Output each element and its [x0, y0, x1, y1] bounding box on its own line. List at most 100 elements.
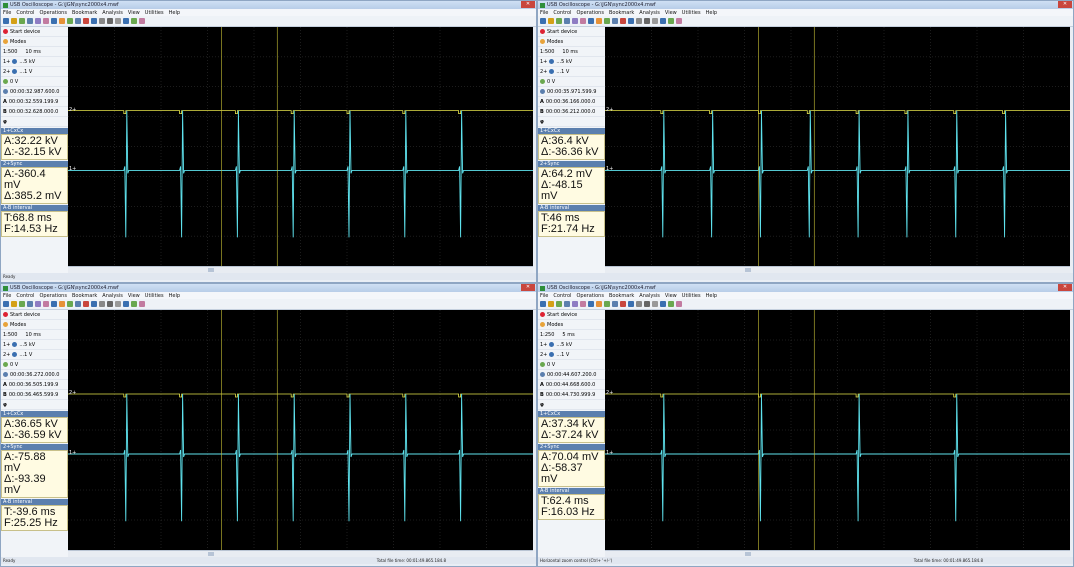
toolbar-icon[interactable]: [131, 301, 137, 307]
start-device-button[interactable]: Start device: [538, 27, 605, 37]
close-button[interactable]: ✕: [1058, 284, 1072, 291]
toolbar-icon[interactable]: [43, 18, 49, 24]
trigger-level[interactable]: 0 V: [10, 362, 18, 368]
toolbar-icon[interactable]: [3, 18, 9, 24]
timebase-value[interactable]: 1:500: [3, 49, 17, 55]
toolbar-icon[interactable]: [548, 18, 554, 24]
toolbar-icon[interactable]: [668, 301, 674, 307]
toolbar-icon[interactable]: [556, 18, 562, 24]
toolbar-icon[interactable]: [580, 18, 586, 24]
timebase-value[interactable]: 1:500: [3, 332, 17, 338]
menu-item[interactable]: Bookmark: [72, 10, 97, 16]
toolbar-icon[interactable]: [588, 301, 594, 307]
toolbar-icon[interactable]: [660, 18, 666, 24]
channel1-marker[interactable]: 1+: [69, 166, 76, 172]
toolbar-icon[interactable]: [19, 18, 25, 24]
modes-button[interactable]: Modes: [1, 37, 68, 47]
trigger-level[interactable]: 0 V: [547, 362, 555, 368]
toolbar-icon[interactable]: [107, 301, 113, 307]
menu-item[interactable]: File: [3, 10, 11, 16]
toolbar-icon[interactable]: [3, 301, 9, 307]
menu-item[interactable]: File: [540, 293, 548, 299]
menu-item[interactable]: Control: [553, 10, 571, 16]
toolbar-icon[interactable]: [11, 301, 17, 307]
start-device-button[interactable]: Start device: [1, 27, 68, 37]
menu-item[interactable]: File: [540, 10, 548, 16]
channel1-volt[interactable]: ...5 kV: [556, 342, 572, 348]
menu-item[interactable]: View: [665, 10, 677, 16]
toolbar-icon[interactable]: [99, 18, 105, 24]
start-device-button[interactable]: Start device: [538, 310, 605, 320]
channel2-marker[interactable]: 2+: [69, 107, 76, 113]
toolbar-icon[interactable]: [83, 18, 89, 24]
toolbar-icon[interactable]: [636, 18, 642, 24]
toolbar-icon[interactable]: [588, 18, 594, 24]
toolbar-icon[interactable]: [99, 301, 105, 307]
channel2-volt[interactable]: ...1 V: [19, 69, 32, 75]
toolbar-icon[interactable]: [612, 18, 618, 24]
menu-item[interactable]: View: [128, 10, 140, 16]
menu-item[interactable]: Analysis: [102, 293, 123, 299]
toolbar-icon[interactable]: [51, 18, 57, 24]
toolbar-icon[interactable]: [139, 18, 145, 24]
scope-display[interactable]: 2+ 1+: [68, 310, 533, 550]
toolbar-icon[interactable]: [668, 18, 674, 24]
menu-item[interactable]: Help: [706, 293, 717, 299]
toolbar-icon[interactable]: [83, 301, 89, 307]
toolbar-icon[interactable]: [115, 301, 121, 307]
menu-item[interactable]: Operations: [39, 10, 67, 16]
channel1-row[interactable]: 1+ ...5 kV: [1, 57, 68, 67]
toolbar-icon[interactable]: [612, 301, 618, 307]
menu-item[interactable]: Bookmark: [609, 10, 634, 16]
channel1-volt[interactable]: ...5 kV: [556, 59, 572, 65]
trigger-level[interactable]: 0 V: [10, 79, 18, 85]
menu-item[interactable]: Help: [169, 10, 180, 16]
time-div-value[interactable]: 10 ms: [25, 49, 40, 55]
menu-item[interactable]: Utilities: [682, 293, 701, 299]
menu-item[interactable]: Bookmark: [72, 293, 97, 299]
menu-item[interactable]: Help: [706, 10, 717, 16]
toolbar-icon[interactable]: [636, 301, 642, 307]
modes-button[interactable]: Modes: [1, 320, 68, 330]
toolbar-icon[interactable]: [564, 18, 570, 24]
toolbar-icon[interactable]: [644, 301, 650, 307]
toolbar-icon[interactable]: [43, 301, 49, 307]
trigger-level[interactable]: 0 V: [547, 79, 555, 85]
time-div-value[interactable]: 10 ms: [562, 49, 577, 55]
toolbar-icon[interactable]: [75, 301, 81, 307]
menu-item[interactable]: Operations: [39, 293, 67, 299]
menu-item[interactable]: View: [128, 293, 140, 299]
toolbar-icon[interactable]: [91, 18, 97, 24]
menu-item[interactable]: Analysis: [639, 293, 660, 299]
menu-item[interactable]: Bookmark: [609, 293, 634, 299]
menu-item[interactable]: File: [3, 293, 11, 299]
toolbar-icon[interactable]: [660, 301, 666, 307]
channel2-volt[interactable]: ...1 V: [556, 352, 569, 358]
toolbar-icon[interactable]: [59, 301, 65, 307]
toolbar-icon[interactable]: [676, 18, 682, 24]
menu-item[interactable]: Control: [16, 293, 34, 299]
toolbar-icon[interactable]: [604, 301, 610, 307]
scope-display[interactable]: 2+ 1+: [68, 27, 533, 266]
toolbar-icon[interactable]: [652, 18, 658, 24]
toolbar-icon[interactable]: [75, 18, 81, 24]
toolbar-icon[interactable]: [548, 301, 554, 307]
channel1-marker[interactable]: 1+: [606, 166, 613, 172]
channel1-volt[interactable]: ...5 kV: [19, 342, 35, 348]
toolbar-icon[interactable]: [628, 301, 634, 307]
toolbar-icon[interactable]: [59, 18, 65, 24]
time-div-value[interactable]: 5 ms: [562, 332, 574, 338]
menu-item[interactable]: Utilities: [145, 10, 164, 16]
timebase-value[interactable]: 1:500: [540, 49, 554, 55]
channel1-row[interactable]: 1+ ...5 kV: [1, 340, 68, 350]
toolbar-icon[interactable]: [123, 18, 129, 24]
trigger-row[interactable]: 0 V: [1, 360, 68, 370]
toolbar-icon[interactable]: [27, 301, 33, 307]
timebase-row[interactable]: 1:500 10 ms: [1, 330, 68, 340]
channel2-volt[interactable]: ...1 V: [556, 69, 569, 75]
toolbar-icon[interactable]: [27, 18, 33, 24]
toolbar-icon[interactable]: [11, 18, 17, 24]
toolbar-icon[interactable]: [556, 301, 562, 307]
close-button[interactable]: ✕: [1058, 1, 1072, 8]
channel2-volt[interactable]: ...1 V: [19, 352, 32, 358]
